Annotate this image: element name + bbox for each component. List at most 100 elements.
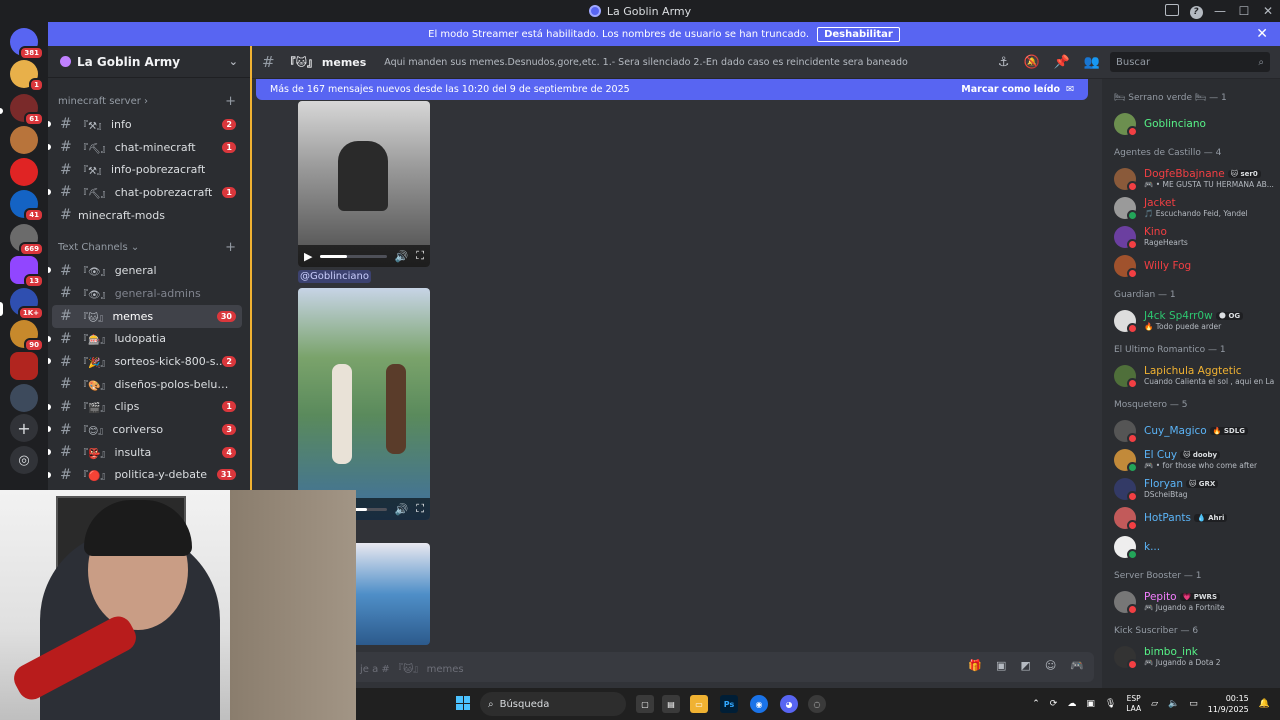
- channel-info-pobrezacraft[interactable]: # 『⚒』 info-pobrezacraft: [52, 158, 242, 181]
- close-window-icon[interactable]: ✕: [1256, 4, 1280, 18]
- member-item[interactable]: Floryan 🐱 GRX DScheiBtag: [1114, 474, 1280, 503]
- network-icon[interactable]: ▱: [1151, 699, 1158, 709]
- pinned-icon[interactable]: 📌: [1054, 55, 1070, 70]
- notifications-icon[interactable]: 🔔: [1259, 699, 1270, 709]
- battery-icon[interactable]: ▭: [1189, 699, 1198, 709]
- channel-clips[interactable]: # 『🎬』 clips 1: [48, 396, 242, 419]
- member-item[interactable]: Kino RageHearts: [1114, 222, 1280, 251]
- gif-icon[interactable]: ▣: [996, 659, 1006, 672]
- server-icon-5[interactable]: 41: [10, 190, 44, 222]
- disable-streamer-button[interactable]: Deshabilitar: [817, 26, 900, 42]
- add-server-icon[interactable]: +: [10, 414, 38, 442]
- emoji-icon[interactable]: ☺: [1045, 659, 1056, 672]
- photoshop-icon[interactable]: Ps: [720, 695, 738, 713]
- threads-icon[interactable]: ⚓: [998, 55, 1010, 70]
- discord-icon[interactable]: ◕: [780, 695, 798, 713]
- volume-icon[interactable]: 🔊: [395, 503, 409, 516]
- app-tray-icon[interactable]: ▣: [1086, 699, 1095, 709]
- help-icon[interactable]: ?: [1184, 3, 1208, 19]
- channel-politica-y-debate[interactable]: # 『🔴』 politica-y-debate 31: [48, 464, 242, 487]
- server-icon-4[interactable]: [10, 158, 38, 186]
- task-view-icon[interactable]: ▢: [636, 695, 654, 713]
- taskbar-search[interactable]: ⌕ Búsqueda: [480, 692, 626, 716]
- channel-general-admins[interactable]: # 『👁』 general-admins: [52, 282, 242, 305]
- chrome-icon[interactable]: ◉: [750, 695, 768, 713]
- fullscreen-icon[interactable]: ⛶: [416, 502, 424, 516]
- add-channel-icon[interactable]: +: [225, 94, 236, 109]
- video-attachment[interactable]: ▶ 🔊 ⛶: [298, 288, 430, 520]
- app-icon[interactable]: ◌: [808, 695, 826, 713]
- user-mention[interactable]: @Goblinciano: [298, 270, 371, 283]
- channel-topic[interactable]: Aqui manden sus memes.Desnudos,gore,etc.…: [384, 57, 1004, 68]
- gift-icon[interactable]: 🎁: [968, 659, 982, 672]
- play-icon[interactable]: ▶: [304, 250, 312, 263]
- close-banner-icon[interactable]: ✕: [1256, 26, 1268, 42]
- member-item[interactable]: HotPants 💧 Ahri: [1114, 503, 1280, 532]
- member-item[interactable]: k...: [1114, 532, 1280, 561]
- mark-as-read-button[interactable]: Marcar como leído: [961, 84, 1060, 95]
- start-button[interactable]: [456, 696, 470, 710]
- member-item[interactable]: DogfeBbajnane 🐱 ser0 🎮 • ME GUSTA TU HERMA…: [1114, 164, 1280, 193]
- channel-chat-pobrezacraft[interactable]: # 『⛏』 chat-pobrezacraft 1: [48, 181, 242, 204]
- member-item[interactable]: bimbo_ink 🎮 Jugando a Dota 2: [1114, 642, 1280, 671]
- member-item[interactable]: Pepito 💗 PWRS 🎮 Jugando a Fortnite: [1114, 587, 1280, 616]
- cloud-icon[interactable]: ☁: [1067, 699, 1076, 709]
- channel-dise-os-polos-beluga-ar[interactable]: # 『🎨』diseños-polos-beluga-ar...: [52, 373, 242, 396]
- maximize-icon[interactable]: ☐: [1232, 4, 1256, 18]
- language-indicator[interactable]: ESP LAA: [1126, 694, 1141, 714]
- server-icon-goblin-army[interactable]: 1K+: [10, 288, 44, 320]
- app-icon[interactable]: ▤: [662, 695, 680, 713]
- discover-icon[interactable]: ◎: [10, 446, 38, 474]
- channel-minecraft-mods[interactable]: # minecraft-mods: [52, 204, 242, 227]
- server-icon-3[interactable]: [10, 126, 38, 154]
- channel-chat-minecraft[interactable]: # 『⛏』 chat-minecraft 1: [48, 136, 242, 159]
- volume-icon[interactable]: 🔈: [1168, 699, 1179, 709]
- channel-insulta[interactable]: # 『👺』 insulta 4: [48, 441, 242, 464]
- fullscreen-icon[interactable]: ⛶: [416, 249, 424, 263]
- server-icon-6[interactable]: 669: [10, 224, 44, 256]
- direct-messages-button[interactable]: 381: [10, 28, 44, 60]
- server-icon-twitch[interactable]: 13: [10, 256, 44, 288]
- clock[interactable]: 00:15 11/9/2025: [1208, 693, 1249, 715]
- notifications-muted-icon[interactable]: 🔕: [1023, 55, 1039, 70]
- video-progress[interactable]: [320, 254, 387, 258]
- mark-read-icon[interactable]: ✉: [1066, 84, 1074, 95]
- volume-icon[interactable]: 🔊: [395, 250, 409, 263]
- server-icon-1[interactable]: 1: [10, 60, 44, 92]
- video-attachment[interactable]: ▶ 🔊 ⛶: [298, 101, 430, 267]
- sticker-icon[interactable]: ◩: [1020, 659, 1030, 672]
- file-explorer-icon[interactable]: ▭: [690, 695, 708, 713]
- member-item[interactable]: J4ck Sp4rr0w 🌑 OG 🔥 Todo puede arder: [1114, 306, 1280, 335]
- channel-info[interactable]: # 『⚒』 info 2: [48, 113, 242, 136]
- server-icon-9[interactable]: [10, 352, 38, 380]
- chevron-up-icon[interactable]: ⌃: [1032, 699, 1040, 709]
- member-item[interactable]: Jacket 🎵 Escuchando Feid, Yandel: [1114, 193, 1280, 222]
- category-minecraft[interactable]: minecraft server › +: [48, 94, 250, 109]
- activities-icon[interactable]: 🎮: [1070, 659, 1084, 672]
- add-channel-icon[interactable]: +: [225, 240, 236, 255]
- chevron-down-icon[interactable]: ⌄: [229, 55, 238, 68]
- member-item[interactable]: El Cuy 🐱 dooby 🎮 • for those who come afte…: [1114, 445, 1280, 474]
- inbox-icon[interactable]: [1160, 3, 1184, 19]
- channel-general[interactable]: # 『👁』 general: [48, 259, 242, 282]
- minimize-icon[interactable]: —: [1208, 4, 1232, 18]
- channel-memes[interactable]: # 『🐱』 memes 30: [52, 304, 242, 328]
- member-item[interactable]: Willy Fog: [1114, 251, 1280, 280]
- new-messages-bar[interactable]: Más de 167 mensajes nuevos desde las 10:…: [256, 79, 1088, 100]
- search-input[interactable]: Buscar ⌕: [1110, 52, 1270, 72]
- sync-icon[interactable]: ⟳: [1050, 699, 1058, 709]
- server-icon-10[interactable]: [10, 384, 38, 412]
- member-item[interactable]: Lapichula Aggtetic Cuando Calienta el sol…: [1114, 361, 1280, 390]
- channel-sorteos-kick-800-s[interactable]: # 『🎉』 sorteos-kick-800-s... 2: [48, 350, 242, 373]
- server-icon-8[interactable]: 90: [10, 320, 44, 352]
- server-icon-2[interactable]: 61: [10, 94, 44, 126]
- mic-icon[interactable]: 🎙: [1105, 699, 1116, 709]
- guild-header[interactable]: La Goblin Army ⌄: [48, 46, 250, 78]
- channel-ludopatia[interactable]: # 『🎰』 ludopatia: [48, 328, 242, 351]
- member-item[interactable]: Goblinciano: [1114, 109, 1280, 138]
- channel-coriverso[interactable]: # 『😊』 coriverso 3: [48, 418, 242, 441]
- member-item[interactable]: Cuy_Magico 🔥 SDLG: [1114, 416, 1280, 445]
- member-list-icon[interactable]: 👥: [1084, 55, 1100, 70]
- message-list[interactable]: ▶ 🔊 ⛶ @Goblinciano ▶ 🔊 ⛶ Más de 167 mens…: [252, 79, 1102, 648]
- category-text-channels[interactable]: Text Channels ⌄ +: [48, 240, 250, 255]
